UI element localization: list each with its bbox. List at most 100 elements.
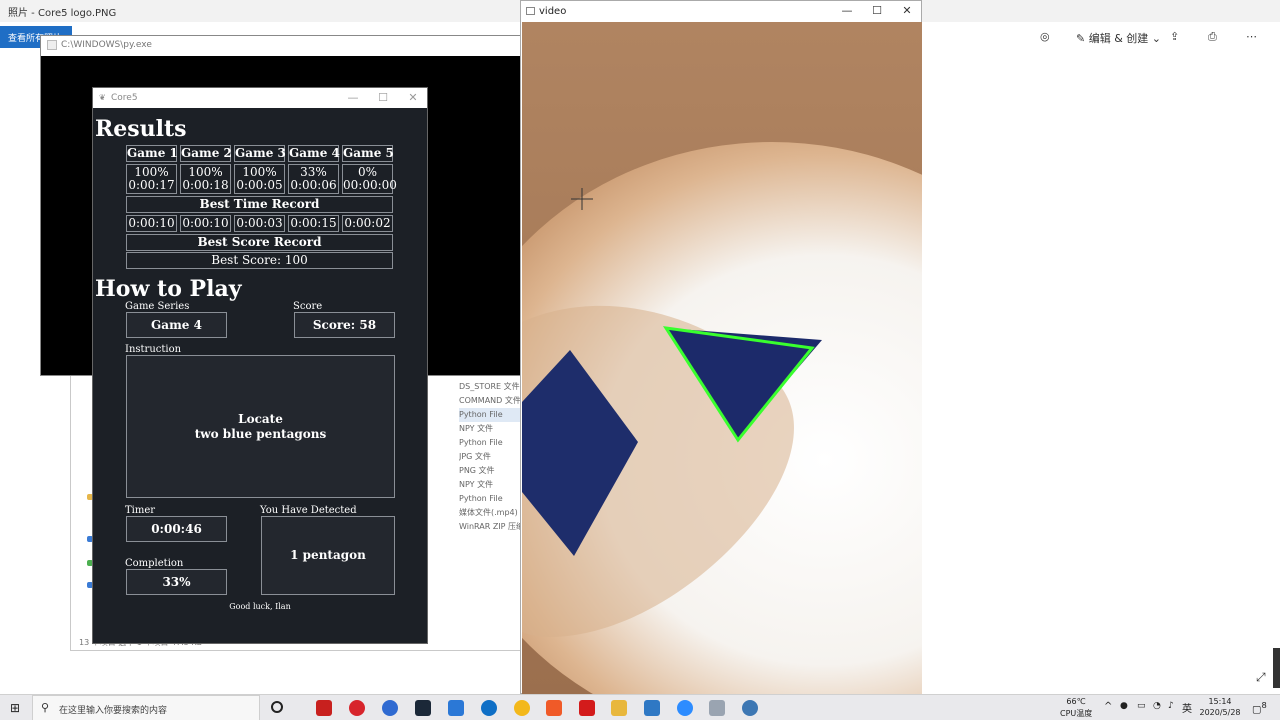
game-header: Game 3	[234, 145, 286, 162]
core5-titlebar[interactable]: ❦ Core5 — ☐ ✕	[93, 88, 427, 108]
file-type[interactable]: Python File	[459, 436, 523, 450]
input-method[interactable]: 英	[1182, 700, 1192, 715]
python-icon[interactable]	[742, 700, 758, 716]
camera-frame	[522, 22, 922, 694]
game-score: 100%	[134, 165, 169, 179]
notification-icon[interactable]: ▢8	[1252, 700, 1267, 715]
notification-count: 8	[1261, 700, 1267, 710]
file-type[interactable]: NPY 文件	[459, 478, 523, 492]
game-time: 0:00:05	[236, 178, 283, 192]
file-type-column: DS_STORE 文件 COMMAND 文件 Python File NPY 文…	[459, 380, 523, 534]
best-time-cell: 0:00:15	[288, 215, 339, 232]
maximize-button[interactable]: ☐	[867, 3, 887, 19]
file-type[interactable]: PNG 文件	[459, 464, 523, 478]
clock-date[interactable]: 2020/5/28	[1198, 708, 1242, 717]
search-placeholder: 在这里输入你要搜索的内容	[59, 706, 168, 716]
game-score: 100%	[242, 165, 277, 179]
photos-icon[interactable]	[644, 700, 660, 716]
clock-time[interactable]: 15:14	[1198, 697, 1242, 706]
file-type[interactable]: 媒体文件(.mp4)	[459, 506, 523, 520]
settings-app-icon[interactable]	[709, 700, 725, 716]
game-result-cell: 100% 0:00:17	[126, 164, 177, 194]
edit-create-label: 编辑 & 创建	[1088, 32, 1149, 45]
game-score: 100%	[188, 165, 223, 179]
file-type[interactable]: Python File	[459, 408, 523, 422]
tray-chevron-icon[interactable]: ^	[1104, 701, 1112, 712]
video-app-icon	[526, 7, 535, 15]
game-score: 0%	[357, 165, 378, 179]
windows-start-icon[interactable]: ⊞	[10, 701, 20, 715]
detected-box: 1 pentagon	[261, 516, 395, 595]
file-type[interactable]: JPG 文件	[459, 450, 523, 464]
completion-label: Completion	[125, 558, 184, 569]
volume-icon[interactable]: ♪	[1168, 701, 1174, 711]
footer-message: Good luck, Ilan	[229, 602, 291, 611]
file-explorer-icon[interactable]	[611, 700, 627, 716]
maximize-button[interactable]: ☐	[373, 90, 393, 106]
game-header: Game 4	[288, 145, 340, 162]
best-time-cell: 0:00:02	[342, 215, 393, 232]
game-result-cell: 33% 0:00:06	[288, 164, 339, 194]
more-icon[interactable]: ⋯	[1246, 30, 1257, 43]
steam-icon[interactable]	[415, 700, 431, 716]
video-titlebar[interactable]: video — ☐ ✕	[521, 1, 921, 22]
zoom-icon[interactable]	[677, 700, 693, 716]
score-label: Score	[293, 301, 323, 312]
game-time: 00:00:00	[343, 178, 397, 192]
close-button[interactable]: ✕	[403, 90, 423, 106]
game-result-cell: 100% 0:00:18	[180, 164, 231, 194]
taskbar-search[interactable]: ⚲ 在这里输入你要搜索的内容	[32, 695, 260, 720]
file-type[interactable]: NPY 文件	[459, 422, 523, 436]
video-title: video	[539, 6, 567, 17]
detected-label: You Have Detected	[260, 505, 357, 516]
results-heading: Results	[95, 116, 187, 142]
print-icon[interactable]: ⎙	[1208, 30, 1217, 44]
how-to-play-heading: How to Play	[95, 276, 242, 302]
game-result-cell: 0% 00:00:00	[342, 164, 397, 194]
game-result-cell: 100% 0:00:05	[234, 164, 285, 194]
console-app-icon	[47, 40, 57, 50]
scroll-handle[interactable]	[1273, 648, 1280, 688]
minimize-button[interactable]: —	[343, 90, 363, 106]
tray-app-icon[interactable]: ●	[1120, 701, 1128, 711]
git-icon[interactable]	[546, 700, 562, 716]
best-score-value: Best Score: 100	[126, 252, 393, 269]
instruction-box: Locate two blue pentagons	[126, 355, 395, 498]
mail-icon[interactable]	[448, 700, 464, 716]
best-time-cell: 0:00:10	[126, 215, 177, 232]
enhance-icon[interactable]: ◎	[1040, 30, 1050, 43]
minimize-button[interactable]: —	[837, 3, 857, 19]
wifi-icon[interactable]: ◔	[1153, 701, 1161, 711]
file-type[interactable]: COMMAND 文件	[459, 394, 523, 408]
share-icon[interactable]: ⇪	[1170, 30, 1179, 43]
cpu-temp-label: CPU温度	[1060, 709, 1093, 718]
search-icon: ⚲	[41, 701, 50, 714]
best-score-record-label: Best Score Record	[126, 234, 393, 251]
game-header: Game 2	[180, 145, 232, 162]
edit-create-button[interactable]: ✎ 编辑 & 创建 ⌄	[1076, 30, 1161, 46]
game-time: 0:00:18	[182, 178, 229, 192]
sogou-icon[interactable]	[382, 700, 398, 716]
file-type[interactable]: DS_STORE 文件	[459, 380, 523, 394]
game-score: 33%	[300, 165, 327, 179]
edge-icon[interactable]	[481, 700, 497, 716]
app-icon-red[interactable]	[316, 700, 332, 716]
best-time-cell: 0:00:10	[180, 215, 231, 232]
battery-icon[interactable]: ▭	[1137, 701, 1146, 711]
photos-window-title: 照片 - Core5 logo.PNG	[8, 8, 117, 19]
console-titlebar[interactable]: C:\WINDOWS\py.exe	[41, 36, 521, 56]
acrobat-icon[interactable]	[579, 700, 595, 716]
chrome-icon[interactable]	[514, 700, 530, 716]
file-type[interactable]: Python File	[459, 492, 523, 506]
netease-music-icon[interactable]	[349, 700, 365, 716]
file-type[interactable]: WinRAR ZIP 压缩	[459, 520, 523, 534]
best-time-record-label: Best Time Record	[126, 196, 393, 213]
expand-icon[interactable]: ⤢	[1256, 670, 1266, 685]
cortana-icon[interactable]	[271, 701, 283, 713]
temperature-reading: 66℃	[1066, 697, 1086, 706]
close-button[interactable]: ✕	[897, 3, 917, 19]
game-time: 0:00:06	[290, 178, 337, 192]
console-title: C:\WINDOWS\py.exe	[61, 40, 152, 50]
video-window: video — ☐ ✕	[520, 0, 922, 694]
completion-box: 33%	[126, 569, 227, 595]
